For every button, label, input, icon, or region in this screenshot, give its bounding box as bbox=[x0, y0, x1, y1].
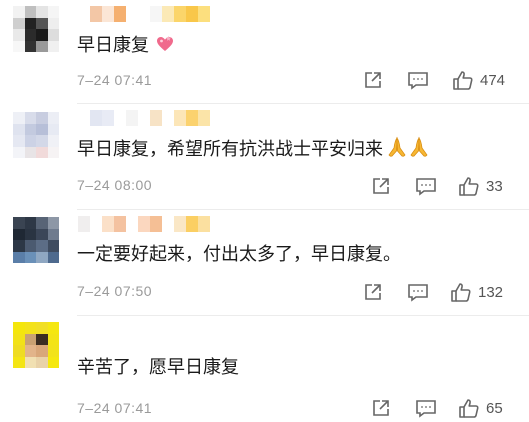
avatar[interactable] bbox=[13, 322, 59, 368]
like-count: 474 bbox=[480, 71, 506, 89]
like-count: 132 bbox=[478, 283, 504, 301]
comment-text: 早日康复，希望所有抗洪战士平安归来 bbox=[77, 136, 430, 165]
avatar[interactable] bbox=[13, 6, 59, 52]
comment-text: 辛苦了，愿早日康复 bbox=[77, 357, 239, 378]
share-icon bbox=[365, 72, 381, 88]
username-redacted[interactable] bbox=[78, 6, 210, 22]
comment-text: 一定要好起来，付出太多了，早日康复。 bbox=[77, 244, 401, 265]
comment-timestamp: 7–24 08:00 bbox=[77, 177, 153, 193]
comment-actions: 474 bbox=[360, 68, 520, 92]
like-button[interactable]: 132 bbox=[450, 280, 503, 304]
share-button[interactable] bbox=[371, 396, 391, 420]
avatar[interactable] bbox=[13, 112, 59, 158]
comment-item: 早日康复 7–24 07:41 474 bbox=[0, 0, 529, 104]
comment-icon bbox=[408, 284, 428, 302]
comment-actions: 33 bbox=[360, 174, 520, 198]
username-redacted[interactable] bbox=[78, 322, 210, 338]
share-button[interactable] bbox=[371, 174, 391, 198]
comment-text: 早日康复 bbox=[77, 34, 175, 61]
comment-button[interactable] bbox=[415, 174, 437, 198]
like-count: 33 bbox=[486, 177, 503, 195]
comment-timestamp: 7–24 07:41 bbox=[77, 400, 153, 416]
comment-timestamp: 7–24 07:41 bbox=[77, 72, 153, 88]
comment-button[interactable] bbox=[407, 280, 429, 304]
comment-timestamp: 7–24 07:50 bbox=[77, 283, 153, 299]
comment-item: 早日康复，希望所有抗洪战士平安归来 7–24 08:00 33 bbox=[0, 104, 529, 210]
thumbs-up-icon bbox=[453, 71, 473, 90]
share-button[interactable] bbox=[363, 280, 383, 304]
like-button[interactable]: 65 bbox=[458, 396, 503, 420]
comment-actions: 132 bbox=[360, 280, 520, 304]
comment-button[interactable] bbox=[415, 396, 437, 420]
share-button[interactable] bbox=[363, 68, 383, 92]
heart-emoji-icon bbox=[155, 34, 175, 61]
username-redacted[interactable] bbox=[78, 216, 210, 232]
thumbs-up-icon bbox=[459, 177, 479, 196]
folded-hands-emoji-icon bbox=[386, 136, 430, 165]
thumbs-up-icon bbox=[459, 399, 479, 418]
comment-icon bbox=[416, 178, 436, 196]
like-button[interactable]: 33 bbox=[458, 174, 503, 198]
like-count: 65 bbox=[486, 399, 503, 417]
thumbs-up-icon bbox=[451, 283, 471, 302]
share-icon bbox=[373, 178, 389, 194]
comment-item: 辛苦了，愿早日康复 7–24 07:41 65 bbox=[0, 316, 529, 420]
avatar[interactable] bbox=[13, 217, 59, 263]
share-icon bbox=[373, 400, 389, 416]
comment-item: 一定要好起来，付出太多了，早日康复。 7–24 07:50 132 bbox=[0, 210, 529, 316]
comment-actions: 65 bbox=[360, 396, 520, 420]
comment-icon bbox=[416, 400, 436, 418]
username-redacted[interactable] bbox=[78, 110, 210, 126]
like-button[interactable]: 474 bbox=[452, 68, 505, 92]
comment-button[interactable] bbox=[407, 68, 429, 92]
comment-icon bbox=[408, 72, 428, 90]
share-icon bbox=[365, 284, 381, 300]
